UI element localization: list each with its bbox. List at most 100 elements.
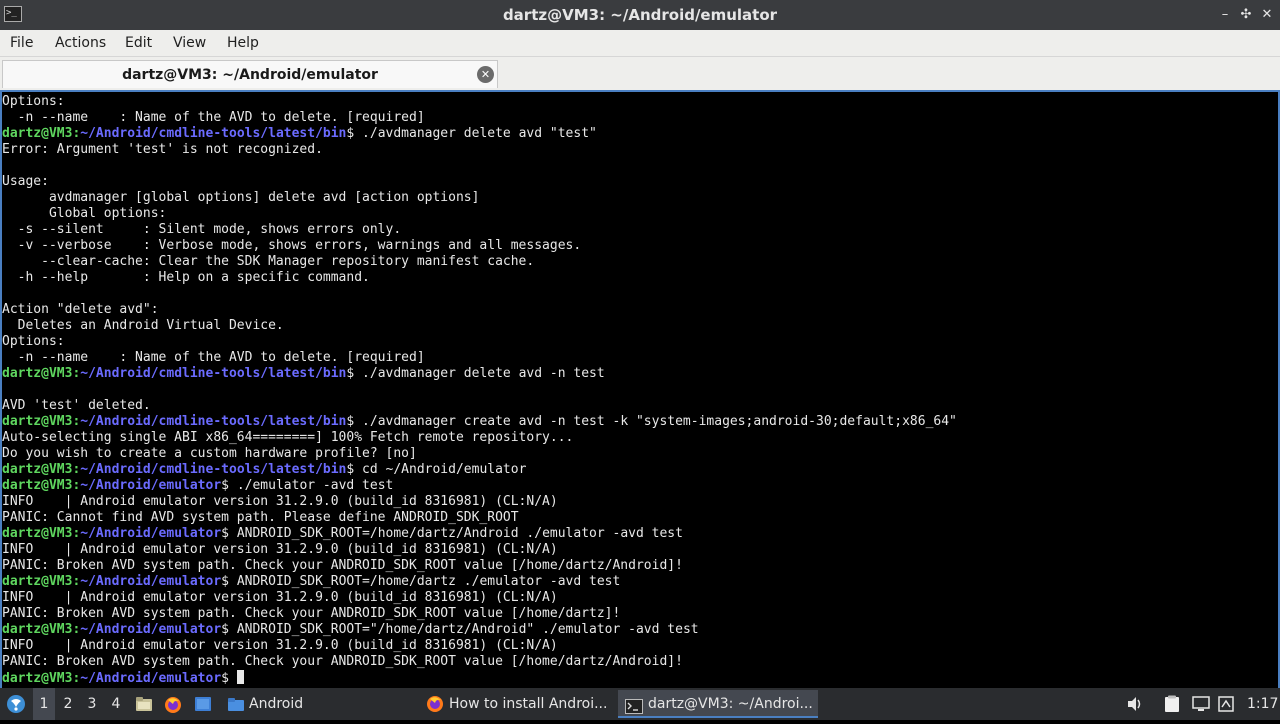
workspace-2[interactable]: 2 (57, 688, 79, 720)
terminal-output-line: -v --verbose : Verbose mode, shows error… (2, 238, 582, 253)
prompt-command: $ ANDROID_SDK_ROOT="/home/dartz/Android"… (221, 622, 699, 637)
minimize-button[interactable]: – (1216, 5, 1234, 25)
taskbar-task-firefox[interactable]: How to install Androi... (420, 690, 616, 718)
firefox-icon (426, 695, 444, 723)
terminal-output-line: -s --silent : Silent mode, shows errors … (2, 222, 402, 237)
close-window-button[interactable]: ✕ (1258, 5, 1276, 25)
menu-view[interactable]: View (173, 30, 206, 56)
terminal-prompt-line: dartz@VM3:~/Android/emulator$ ANDROID_SD… (2, 526, 1278, 542)
terminal-output: Options: -n --name : Name of the AVD to … (2, 94, 1278, 686)
terminal-output-line: INFO | Android emulator version 31.2.9.0… (2, 590, 558, 605)
prompt-path: ~/Android/cmdline-tools/latest/bin (80, 414, 347, 429)
clock[interactable]: 1:17 (1247, 688, 1278, 720)
maximize-button[interactable]: ✣ (1237, 5, 1255, 25)
terminal-output-line: PANIC: Broken AVD system path. Check you… (2, 606, 621, 621)
prompt-user-host: dartz@VM3: (2, 574, 81, 589)
terminal-prompt-line: dartz@VM3:~/Android/emulator$ (2, 670, 1278, 686)
terminal-prompt-line: dartz@VM3:~/Android/emulator$ ./emulator… (2, 478, 1278, 494)
terminal-output-line: -n --name : Name of the AVD to delete. [… (2, 110, 425, 125)
menu-bar: File Actions Edit View Help (0, 30, 1280, 57)
prompt-user-host: dartz@VM3: (2, 478, 81, 493)
volume-icon[interactable] (1126, 695, 1144, 717)
taskbar-folder-android[interactable]: Android (249, 688, 303, 720)
prompt-path: ~/Android/emulator (80, 526, 222, 541)
prompt-path: ~/Android/cmdline-tools/latest/bin (80, 462, 347, 477)
tab-label: dartz@VM3: ~/Android/emulator (122, 67, 378, 83)
menu-actions[interactable]: Actions (55, 30, 106, 56)
taskbar: 1 2 3 4 Android How to install Androi...… (0, 688, 1280, 720)
prompt-path: ~/Android/emulator (80, 574, 222, 589)
terminal-output-line: Global options: (2, 206, 167, 221)
terminal-output-line: PANIC: Broken AVD system path. Check you… (2, 558, 683, 573)
prompt-user-host: dartz@VM3: (2, 622, 81, 637)
terminal-output-line: -h --help : Help on a specific command. (2, 270, 370, 285)
terminal-output-line: Auto-selecting single ABI x86_64========… (2, 430, 574, 445)
menu-help[interactable]: Help (227, 30, 259, 56)
prompt-command: $ ANDROID_SDK_ROOT=/home/dartz/Android .… (221, 526, 683, 541)
taskbar-task-label: How to install Androi... (449, 696, 608, 712)
prompt-command: $ ANDROID_SDK_ROOT=/home/dartz ./emulato… (221, 574, 621, 589)
display-icon[interactable] (1192, 696, 1210, 716)
prompt-path: ~/Android/emulator (80, 478, 222, 493)
terminal-output-line: Do you wish to create a custom hardware … (2, 446, 417, 461)
taskbar-task-terminal[interactable]: dartz@VM3: ~/Androi... (618, 690, 818, 718)
start-menu-icon[interactable] (6, 694, 26, 718)
prompt-path: ~/Android/emulator (80, 622, 222, 637)
prompt-path: ~/Android/emulator (80, 671, 222, 686)
window-title: dartz@VM3: ~/Android/emulator (502, 6, 778, 24)
taskbar-task-label: dartz@VM3: ~/Androi... (648, 696, 813, 712)
network-icon[interactable] (1218, 696, 1234, 716)
close-tab-icon[interactable]: ✕ (477, 66, 494, 83)
terminal-output-line: -n --name : Name of the AVD to delete. [… (2, 350, 425, 365)
menu-file[interactable]: File (10, 30, 33, 56)
firefox-icon[interactable] (164, 696, 182, 718)
prompt-user-host: dartz@VM3: (2, 366, 81, 381)
workspace-3[interactable]: 3 (81, 688, 103, 720)
workspace-4[interactable]: 4 (105, 688, 127, 720)
terminal-output-line: Options: (2, 94, 65, 109)
prompt-path: ~/Android/cmdline-tools/latest/bin (80, 366, 347, 381)
prompt-command: $ ./avdmanager delete avd -n test (346, 366, 605, 381)
clipboard-icon[interactable] (1164, 695, 1180, 717)
workspace-1[interactable]: 1 (33, 688, 55, 720)
terminal-output-line: avdmanager [global options] delete avd [… (2, 190, 480, 205)
terminal-prompt-line: dartz@VM3:~/Android/emulator$ ANDROID_SD… (2, 574, 1278, 590)
prompt-user-host: dartz@VM3: (2, 414, 81, 429)
terminal-prompt-line: dartz@VM3:~/Android/cmdline-tools/latest… (2, 414, 1278, 430)
prompt-path: ~/Android/cmdline-tools/latest/bin (80, 126, 347, 141)
terminal-view[interactable]: Options: -n --name : Name of the AVD to … (0, 90, 1280, 688)
desktop-icon[interactable] (194, 696, 212, 716)
prompt-user-host: dartz@VM3: (2, 126, 81, 141)
terminal-output-line: INFO | Android emulator version 31.2.9.0… (2, 638, 558, 653)
terminal-output-line: --clear-cache: Clear the SDK Manager rep… (2, 254, 535, 269)
file-manager-icon[interactable] (135, 696, 153, 716)
terminal-prompt-line: dartz@VM3:~/Android/emulator$ ANDROID_SD… (2, 622, 1278, 638)
window-titlebar: >_ dartz@VM3: ~/Android/emulator – ✣ ✕ (0, 0, 1280, 30)
terminal-prompt-line: dartz@VM3:~/Android/cmdline-tools/latest… (2, 366, 1278, 382)
terminal-output-line: Usage: (2, 174, 49, 189)
menu-edit[interactable]: Edit (125, 30, 152, 56)
terminal-output-line: PANIC: Cannot find AVD system path. Plea… (2, 510, 519, 525)
terminal-output-line: Error: Argument 'test' is not recognized… (2, 142, 323, 157)
terminal-cursor (236, 670, 244, 684)
terminal-output-line: Options: (2, 334, 65, 349)
prompt-command: $ (221, 671, 237, 686)
tab-terminal[interactable]: dartz@VM3: ~/Android/emulator ✕ (2, 60, 498, 88)
prompt-command: $ ./avdmanager create avd -n test -k "sy… (346, 414, 957, 429)
terminal-output-line: INFO | Android emulator version 31.2.9.0… (2, 542, 558, 557)
prompt-user-host: dartz@VM3: (2, 462, 81, 477)
folder-icon (227, 697, 245, 716)
terminal-prompt-line: dartz@VM3:~/Android/cmdline-tools/latest… (2, 462, 1278, 478)
terminal-output-line: INFO | Android emulator version 31.2.9.0… (2, 494, 558, 509)
prompt-command: $ ./avdmanager delete avd "test" (346, 126, 597, 141)
terminal-output-line: AVD 'test' deleted. (2, 398, 151, 413)
terminal-output-line: Action "delete avd": (2, 302, 159, 317)
terminal-output-line: PANIC: Broken AVD system path. Check you… (2, 654, 683, 669)
terminal-output-line: Deletes an Android Virtual Device. (2, 318, 284, 333)
prompt-command: $ ./emulator -avd test (221, 478, 394, 493)
prompt-command: $ cd ~/Android/emulator (346, 462, 527, 477)
prompt-user-host: dartz@VM3: (2, 526, 81, 541)
